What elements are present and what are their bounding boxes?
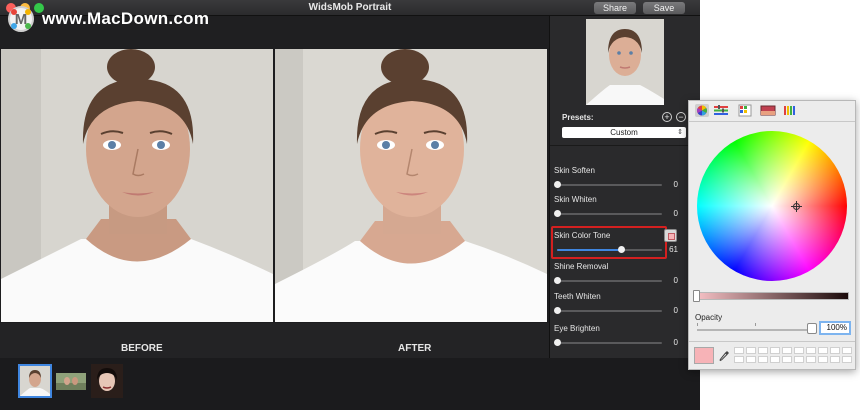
adjustment-label: Skin Whiten: [554, 195, 597, 204]
color-wheel-glyph: [697, 105, 707, 116]
empty-swatch-slot[interactable]: [770, 356, 780, 363]
adjustment-value: 0: [673, 180, 678, 189]
empty-swatch-slot[interactable]: [734, 347, 744, 354]
image-palettes-icon[interactable]: [760, 104, 776, 117]
empty-swatch-slot[interactable]: [758, 356, 768, 363]
adjustment-label: Eye Brighten: [554, 324, 600, 333]
opacity-tick: [697, 323, 698, 326]
adjustment-label: Shine Removal: [554, 262, 609, 271]
adjustment-slider[interactable]: [554, 181, 662, 188]
color-palettes-glyph: [738, 104, 752, 117]
pencils-icon[interactable]: [783, 104, 797, 117]
empty-swatch-slot[interactable]: [794, 356, 804, 363]
color-sliders-glyph: [714, 105, 728, 115]
empty-swatch-slot[interactable]: [746, 347, 756, 354]
brightness-slider-knob[interactable]: [693, 290, 700, 302]
highlight-box: [551, 226, 667, 259]
adjustment-slider[interactable]: [554, 339, 662, 346]
after-caption: AFTER: [398, 343, 432, 354]
adjustment-slider[interactable]: [554, 210, 662, 217]
navigator-preview[interactable]: [586, 19, 664, 105]
logo-letter: M: [14, 11, 28, 28]
color-sliders-icon[interactable]: [713, 104, 728, 117]
color-palettes-icon[interactable]: [738, 104, 752, 117]
adjustment-slider-knob[interactable]: [554, 181, 561, 188]
adjustment-value: 0: [673, 276, 678, 285]
crosshair-icon[interactable]: [791, 201, 802, 212]
thumbnail-image: [56, 373, 86, 390]
palette-bottom-divider: [689, 341, 855, 342]
after-photo[interactable]: [275, 49, 547, 322]
image-palettes-glyph: [760, 105, 776, 116]
empty-swatch-slot[interactable]: [830, 356, 840, 363]
adjustment-slider[interactable]: [554, 277, 662, 284]
empty-swatch-slot[interactable]: [758, 347, 768, 354]
eyedropper-icon[interactable]: [719, 349, 730, 362]
filmstrip-thumbnail[interactable]: [56, 373, 86, 390]
empty-swatch-slot[interactable]: [806, 347, 816, 354]
watermark-text: www.MacDown.com: [42, 9, 210, 28]
color-wheel-icon[interactable]: [695, 104, 709, 117]
empty-swatch-slot[interactable]: [746, 356, 756, 363]
macdown-logo: M: [8, 6, 34, 32]
filmstrip-thumbnail[interactable]: [18, 364, 52, 398]
color-swatch-grid: [734, 347, 852, 365]
filmstrip-thumbnail[interactable]: [91, 364, 123, 398]
empty-swatch-slot[interactable]: [770, 347, 780, 354]
plus-circle-icon[interactable]: +: [662, 112, 672, 122]
adjustment-slider-knob[interactable]: [554, 307, 561, 314]
color-swatch-button[interactable]: [664, 229, 677, 242]
empty-swatch-slot[interactable]: [842, 347, 852, 354]
empty-swatch-slot[interactable]: [830, 347, 840, 354]
opacity-slider-knob[interactable]: [807, 323, 817, 334]
chevron-updown-icon: ⇕: [677, 129, 683, 136]
current-color-swatch[interactable]: [694, 347, 714, 364]
adjustment-label: Skin Soften: [554, 166, 595, 175]
portrait-before-image: [1, 49, 273, 322]
adjustment-slider-knob[interactable]: [554, 339, 561, 346]
thumbnail-image: [20, 366, 50, 396]
adjustment-slider-knob[interactable]: [554, 210, 561, 217]
empty-swatch-slot[interactable]: [782, 356, 792, 363]
empty-swatch-slot[interactable]: [794, 347, 804, 354]
minus-circle-icon[interactable]: −: [676, 112, 686, 122]
caption-bar: [0, 323, 549, 358]
adjustment-value: 0: [673, 306, 678, 315]
opacity-label: Opacity: [695, 313, 723, 322]
presets-dropdown[interactable]: Custom ⇕: [562, 127, 686, 138]
panel-divider: [550, 145, 700, 146]
presets-selected-value: Custom: [610, 128, 638, 137]
eyedropper-glyph: [719, 351, 729, 362]
before-caption: BEFORE: [121, 343, 163, 354]
share-button[interactable]: Share: [594, 2, 636, 14]
empty-swatch-slot[interactable]: [818, 356, 828, 363]
empty-swatch-slot[interactable]: [842, 356, 852, 363]
adjustment-slider-knob[interactable]: [554, 277, 561, 284]
opacity-tick: [755, 323, 756, 326]
presets-label: Presets:: [562, 113, 594, 122]
adjustment-slider[interactable]: [554, 307, 662, 314]
adjustment-label: Teeth Whiten: [554, 292, 601, 301]
before-photo[interactable]: [1, 49, 273, 322]
empty-swatch-slot[interactable]: [734, 356, 744, 363]
palette-tab-divider: [689, 121, 855, 122]
adjustment-value: 0: [673, 338, 678, 347]
opacity-slider[interactable]: [697, 329, 813, 331]
portrait-after-image: [275, 49, 547, 322]
opacity-field[interactable]: 100%: [819, 321, 851, 335]
color-wheel[interactable]: [697, 131, 847, 281]
save-button[interactable]: Save: [643, 2, 685, 14]
adjustment-value: 0: [673, 209, 678, 218]
preview-image: [586, 19, 664, 105]
empty-swatch-slot[interactable]: [782, 347, 792, 354]
thumbnail-image: [91, 364, 123, 398]
empty-swatch-slot[interactable]: [818, 347, 828, 354]
brightness-slider[interactable]: [695, 292, 849, 300]
empty-swatch-slot[interactable]: [806, 356, 816, 363]
pencils-glyph: [784, 106, 795, 115]
